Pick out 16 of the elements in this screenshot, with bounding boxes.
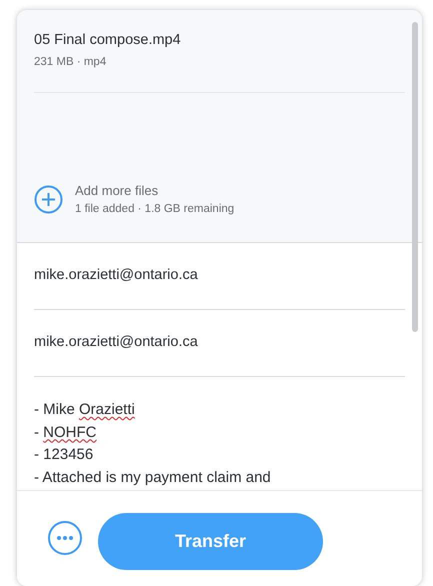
add-files-label[interactable]: Add more files <box>75 181 234 200</box>
plus-icon <box>34 184 63 214</box>
add-files-button[interactable] <box>34 184 63 214</box>
message-field[interactable]: - Mike Orazietti - NOHFC - 123456 - Attached is my payment claim and <box>34 377 405 490</box>
message-line: - 123456 <box>34 445 94 465</box>
sender-email-field[interactable]: mike.orazietti@ontario.ca <box>34 332 405 354</box>
files-status: 1 file added · 1.8 GB remaining <box>75 202 234 216</box>
scrollbar-thumb[interactable] <box>412 22 418 332</box>
message-line: - NOHFC <box>34 422 98 442</box>
more-icon <box>56 535 74 541</box>
message-line: - Mike Orazietti <box>34 400 136 420</box>
file-details: 231 MB · mp4 <box>34 54 108 70</box>
recipient-email-field[interactable]: mike.orazietti@ontario.ca <box>34 265 405 287</box>
file-name: 05 Final compose.mp4 <box>34 31 182 50</box>
more-options-button[interactable] <box>48 521 82 555</box>
message-line: - Attached is my payment claim and <box>34 468 272 488</box>
